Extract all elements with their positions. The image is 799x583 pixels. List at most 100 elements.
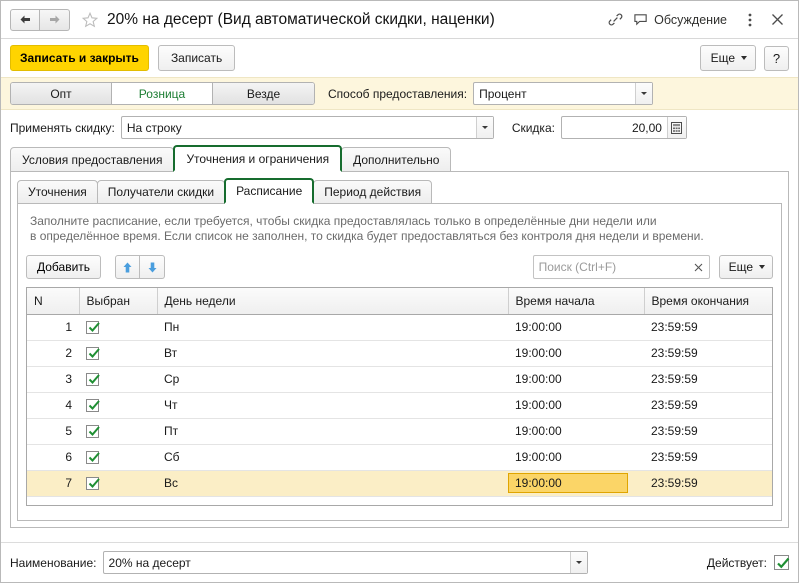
table-row[interactable]: 6 Сб 19:00:00 23:59:59 — [27, 444, 772, 471]
header-vremya-nachala[interactable]: Время начала — [508, 288, 645, 315]
row-checkbox[interactable] — [86, 425, 100, 439]
star-icon[interactable] — [81, 11, 99, 29]
search-input[interactable] — [533, 256, 689, 278]
table-row[interactable]: 5 Пт 19:00:00 23:59:59 — [27, 418, 772, 445]
tab-raspisanie[interactable]: Расписание — [224, 178, 315, 204]
cell-n: 5 — [27, 418, 79, 445]
bottom-bar: Наименование: 20% на десерт Действует: — [1, 542, 798, 582]
inner-tabs: Уточнения Получатели скидки Расписание П… — [17, 178, 782, 204]
calculator-icon[interactable] — [666, 117, 686, 138]
table-header-row: N Выбран День недели Время начала Время … — [27, 288, 772, 315]
provision-method-select[interactable]: Процент — [473, 82, 654, 105]
kebab-menu-icon[interactable] — [739, 9, 761, 31]
tab-utochneniya[interactable]: Уточнения — [17, 180, 98, 204]
active-checkbox[interactable] — [774, 555, 790, 570]
discussion-button[interactable]: Обсуждение — [633, 12, 727, 27]
provision-method-dropdown-arrow[interactable] — [635, 83, 653, 104]
more-menu-button[interactable]: Еще — [699, 45, 756, 71]
cell-checkbox[interactable] — [79, 470, 157, 497]
name-dropdown-arrow[interactable] — [569, 552, 587, 573]
title-bar: 20% на десерт (Вид автоматической скидки… — [1, 1, 798, 39]
header-vybran[interactable]: Выбран — [79, 288, 158, 315]
cell-start[interactable]: 19:00:00 — [508, 314, 644, 341]
table-row[interactable]: 3 Ср 19:00:00 23:59:59 — [27, 366, 772, 393]
apply-discount-value: На строку — [126, 120, 182, 135]
cell-start[interactable]: 19:00:00 — [508, 392, 644, 419]
tab-poluchateli-skidki[interactable]: Получатели скидки — [96, 180, 226, 204]
cell-checkbox[interactable] — [79, 366, 157, 393]
provision-strip: Опт Розница Везде Способ предоставления:… — [1, 77, 798, 110]
cell-checkbox[interactable] — [79, 392, 157, 419]
cell-day: Пн — [157, 314, 508, 341]
cell-end[interactable]: 23:59:59 — [644, 314, 772, 341]
cell-end[interactable]: 23:59:59 — [644, 470, 772, 497]
cell-checkbox[interactable] — [79, 444, 157, 471]
tab-usloviya-predostavleniya[interactable]: Условия предоставления — [10, 147, 175, 172]
outer-tab-panel: Уточнения Получатели скидки Расписание П… — [10, 172, 789, 528]
header-n[interactable]: N — [27, 288, 80, 315]
row-checkbox[interactable] — [86, 347, 100, 361]
cell-end[interactable]: 23:59:59 — [644, 340, 772, 367]
forward-button[interactable] — [40, 8, 70, 31]
table-row[interactable]: 2 Вт 19:00:00 23:59:59 — [27, 340, 772, 367]
link-icon[interactable] — [604, 9, 626, 31]
table-row-selected[interactable]: 7 Вс 19:00:00 23:59:59 — [27, 470, 772, 497]
help-button[interactable]: ? — [764, 45, 789, 71]
segment-roznica[interactable]: Розница — [112, 83, 213, 104]
cell-day: Пт — [157, 418, 508, 445]
apply-discount-dropdown-arrow[interactable] — [475, 117, 493, 138]
cell-end[interactable]: 23:59:59 — [644, 444, 772, 471]
active-cell-value[interactable]: 19:00:00 — [508, 473, 628, 493]
chevron-down-icon — [741, 56, 747, 60]
cell-start[interactable]: 19:00:00 — [508, 444, 644, 471]
arrow-left-icon — [20, 15, 30, 24]
segment-opt[interactable]: Опт — [11, 83, 112, 104]
segment-vezde[interactable]: Везде — [213, 83, 314, 104]
table-row[interactable]: 4 Чт 19:00:00 23:59:59 — [27, 392, 772, 419]
save-button[interactable]: Записать — [157, 45, 236, 71]
table-row[interactable]: 1 Пн 19:00:00 23:59:59 — [27, 314, 772, 341]
row-checkbox[interactable] — [86, 399, 100, 413]
search-box[interactable] — [532, 255, 710, 279]
cell-end[interactable]: 23:59:59 — [644, 392, 772, 419]
save-and-close-button[interactable]: Записать и закрыть — [10, 45, 149, 71]
discount-field[interactable]: 20,00 — [560, 116, 687, 139]
cell-checkbox[interactable] — [79, 340, 157, 367]
clear-x-icon[interactable] — [689, 256, 709, 278]
schedule-table: N Выбран День недели Время начала Время … — [27, 288, 772, 497]
cell-end[interactable]: 23:59:59 — [644, 366, 772, 393]
chevron-down-icon — [759, 265, 765, 269]
grid-toolbar: Добавить Поиск (Ctrl+F) Еще — [26, 255, 773, 279]
document-window: 20% на десерт (Вид автоматической скидки… — [0, 0, 799, 583]
cell-end[interactable]: 23:59:59 — [644, 418, 772, 445]
cell-day: Ср — [157, 366, 508, 393]
table-body: 1 Пн 19:00:00 23:59:59 2 Вт 19:00:00 23:… — [27, 314, 772, 497]
row-checkbox[interactable] — [86, 373, 100, 387]
cell-checkbox[interactable] — [79, 418, 157, 445]
cell-start[interactable]: 19:00:00 — [508, 418, 644, 445]
cell-start[interactable]: 19:00:00 — [508, 340, 644, 367]
close-icon[interactable] — [766, 9, 788, 31]
back-button[interactable] — [10, 8, 40, 31]
cell-day: Вс — [157, 470, 508, 497]
outer-tabs: Условия предоставления Уточнения и огран… — [1, 145, 798, 172]
chevron-down-icon — [575, 561, 582, 564]
cell-start[interactable]: 19:00:00 — [508, 366, 644, 393]
header-den-nedeli[interactable]: День недели — [157, 288, 509, 315]
row-checkbox[interactable] — [86, 477, 100, 491]
tab-utochneniya-i-ogranicheniya[interactable]: Уточнения и ограничения — [173, 145, 343, 172]
row-checkbox[interactable] — [86, 321, 100, 335]
arrow-up-icon — [123, 262, 132, 272]
name-field[interactable]: 20% на десерт — [102, 551, 588, 574]
add-row-button[interactable]: Добавить — [26, 255, 102, 279]
grid-more-menu-button[interactable]: Еще — [718, 255, 773, 279]
row-checkbox[interactable] — [86, 451, 100, 465]
apply-discount-select[interactable]: На строку — [120, 116, 494, 139]
move-down-button[interactable] — [140, 255, 166, 279]
header-vremya-okonchaniya[interactable]: Время окончания — [644, 288, 772, 315]
cell-start-active[interactable]: 19:00:00 — [508, 470, 644, 497]
move-up-button[interactable] — [115, 255, 141, 279]
tab-dopolnitelno[interactable]: Дополнительно — [341, 147, 452, 172]
tab-period-deystviya[interactable]: Период действия — [313, 180, 433, 204]
cell-checkbox[interactable] — [79, 314, 157, 341]
